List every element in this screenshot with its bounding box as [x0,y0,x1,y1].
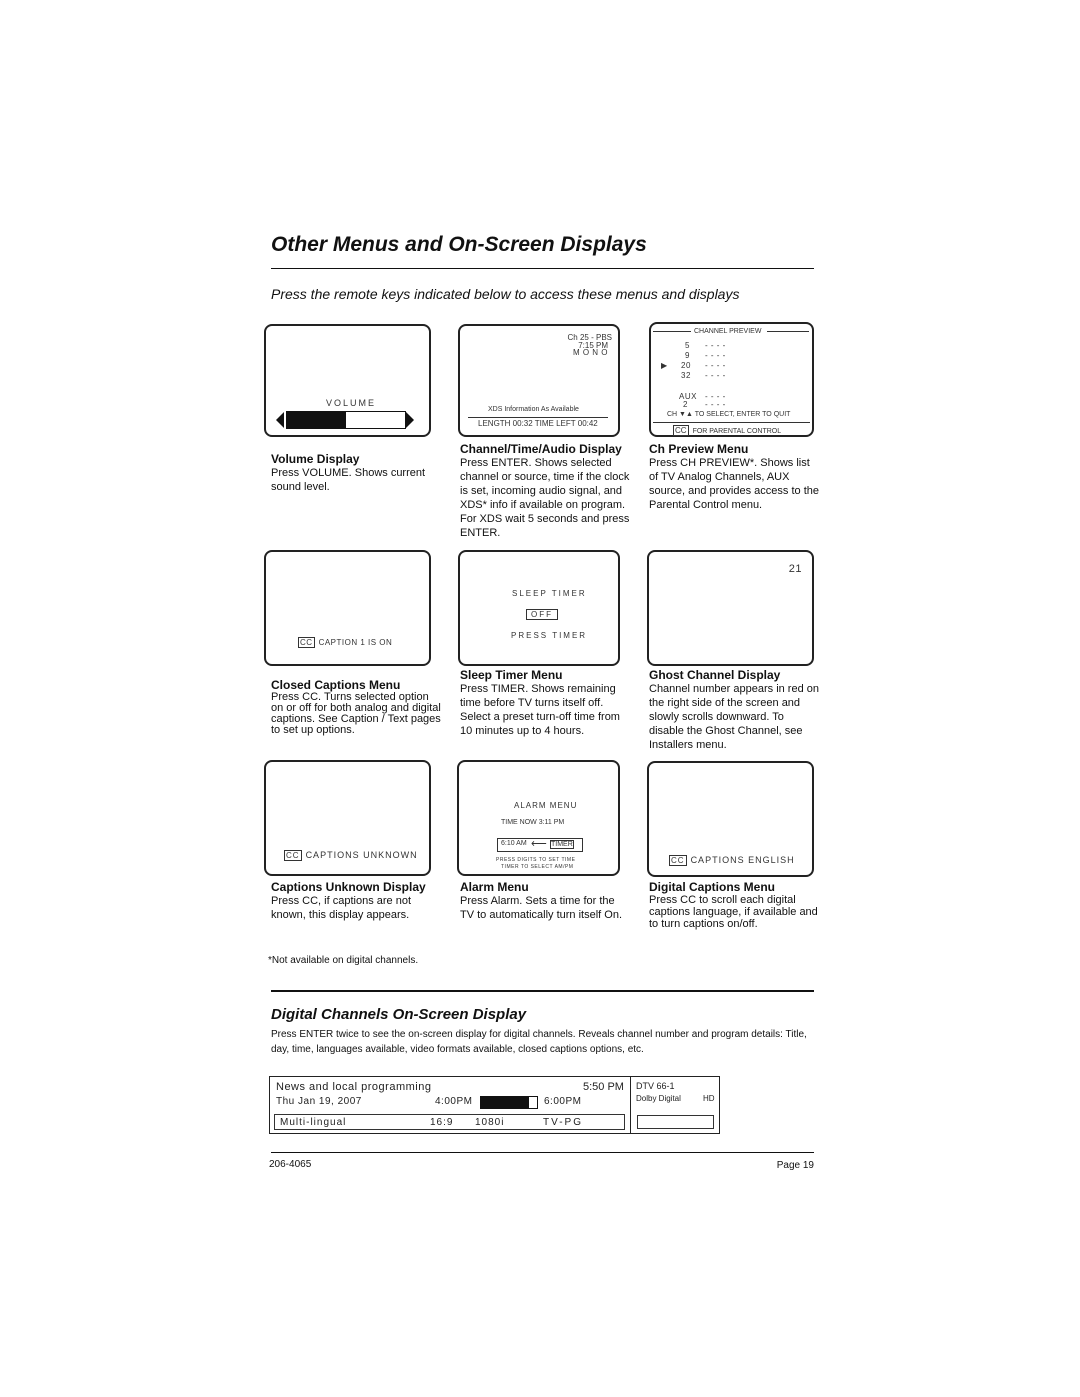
arrow-right-icon [406,412,414,428]
cc-icon: CC [669,855,687,866]
cc-icon: CC [673,425,689,436]
arrow-left-icon [276,412,284,428]
subtitle: Press the remote keys indicated below to… [271,286,740,302]
divider [271,1152,814,1153]
manual-page: Other Menus and On-Screen Displays Press… [0,0,1080,1397]
section-body: Press ENTER twice to see the on-screen d… [271,1029,807,1055]
ch-preview-caption: Ch Preview Menu Press CH PREVIEW*. Shows … [649,442,819,511]
page-number: Page 19 [776,1160,814,1171]
volume-caption: Volume Display Press VOLUME. Shows curren… [271,452,426,493]
digital-osd: News and local programming 5:50 PM Thu J… [269,1076,720,1134]
channel-info-caption: Channel/Time/Audio Display Press ENTER. S… [460,442,630,539]
ch-preview-screen: CHANNEL PREVIEW 5- - - -9- - - - ▶ 20- - -… [649,322,814,437]
doc-number: 206-4065 [269,1159,312,1170]
divider [271,268,814,269]
timer-button: TIMER [550,840,574,849]
closed-captions-screen: CC CAPTION 1 IS ON [264,550,431,666]
section-heading: Digital Channels On-Screen Display [271,1006,527,1023]
digital-captions-screen: CC CAPTIONS ENGLISH [647,761,814,877]
volume-bar [286,411,406,429]
channel-info-screen: Ch 25 - PBS 7:15 PM M O N O XDS Informat… [458,324,620,437]
captions-unknown-screen: CC CAPTIONS UNKNOWN [264,760,431,876]
alarm-screen: ALARM MENU TIME NOW 3:11 PM 6:10 AM ⟵ TI… [457,760,620,876]
volume-screen: VOLUME [264,324,431,437]
ghost-channel-screen: 21 [647,550,814,666]
sleep-timer-screen: SLEEP TIMER OFF PRESS TIMER [458,550,620,666]
digital-captions-caption: Digital Captions Menu Press CC to scroll … [649,880,818,930]
closed-captions-caption: Closed Captions Menu Press CC. Turns sele… [271,678,441,736]
ghost-channel-caption: Ghost Channel Display Channel number appe… [649,668,820,751]
cc-icon: CC [284,850,302,861]
arrow-left-icon: ⟵ [531,838,548,850]
program-progress-bar [480,1096,538,1109]
volume-label: VOLUME [326,398,377,408]
captions-unknown-caption: Captions Unknown Display Press CC, if cap… [271,880,426,921]
divider [271,990,814,992]
sleep-timer-caption: Sleep Timer Menu Press TIMER. Shows remai… [460,668,620,737]
footnote: *Not available on digital channels. [268,955,419,966]
alarm-caption: Alarm Menu Press Alarm. Sets a time for t… [460,880,623,921]
cc-icon: CC [298,637,315,648]
page-title: Other Menus and On-Screen Displays [271,233,647,256]
selected-arrow-icon: ▶ [661,361,668,370]
